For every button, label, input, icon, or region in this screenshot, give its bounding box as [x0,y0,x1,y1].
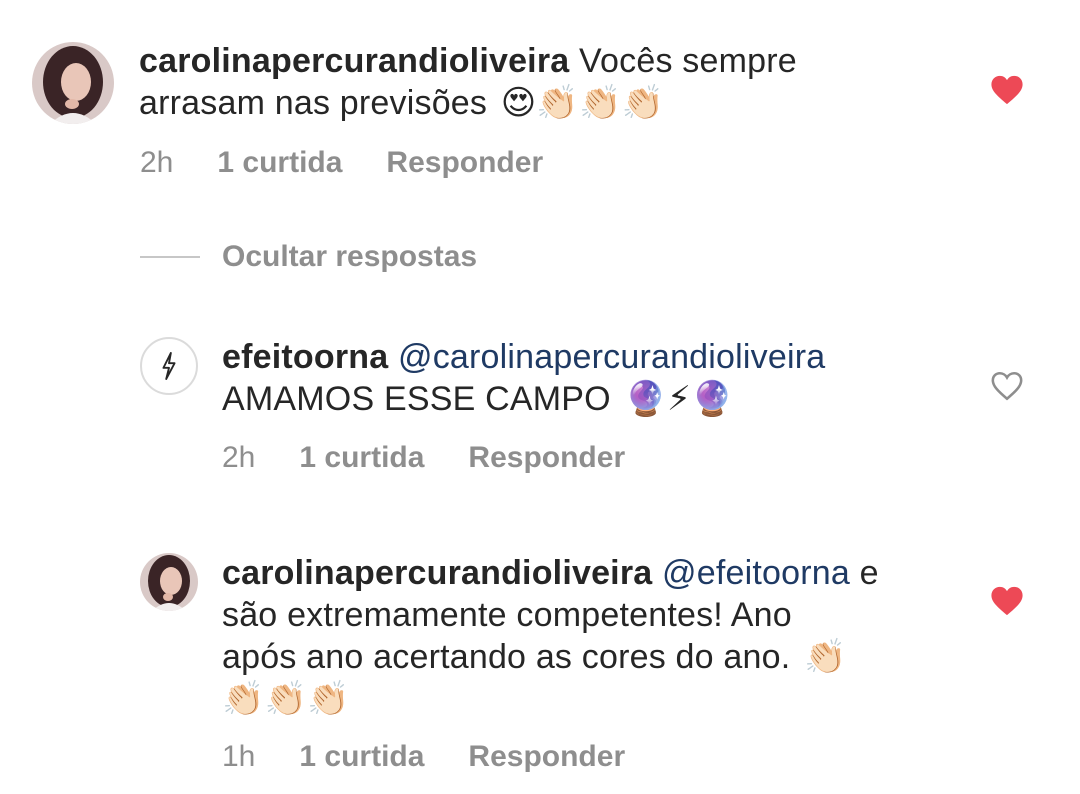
mention-link[interactable]: @carolinapercurandioliveira [398,338,825,376]
lightning-logo-icon [162,352,176,380]
mention-link[interactable]: @efeitoorna [662,554,850,592]
comment-meta: 2h 1 curtida Responder [222,441,625,475]
comment-text: efeitoorna @carolinapercurandioliveira A… [222,336,962,420]
comment-meta: 2h 1 curtida Responder [140,146,543,180]
comment-text: carolinapercurandioliveira @efeitoorna e… [222,552,962,720]
divider-line [140,256,200,258]
heart-outline-icon[interactable] [990,370,1024,402]
comment-body-line: arrasam nas previsões [139,84,488,122]
comment-username[interactable]: carolinapercurandioliveira [139,42,569,80]
comment-body-line: após ano acertando as cores do ano. [222,638,791,676]
comment-body: Vocês sempre [569,42,797,80]
comment-text: carolinapercurandioliveira Vocês sempre … [139,40,959,124]
comment-time: 1h [222,740,256,773]
reply-button[interactable]: Responder [386,146,543,180]
comment-username[interactable]: efeitoorna [222,338,388,376]
emoji-group: 😍👏🏻👏🏻👏🏻 [500,83,665,123]
emoji-group: 👏🏻👏🏻👏🏻 [222,679,350,719]
comment-body-line: AMAMOS ESSE CAMPO [222,380,611,418]
comment-body-line: são extremamente competentes! Ano [222,596,792,634]
hide-replies-label[interactable]: Ocultar respostas [222,240,477,274]
avatar[interactable] [140,553,198,611]
comment-meta: 1h 1 curtida Responder [222,740,625,774]
comment-time: 2h [222,441,256,474]
reply-button[interactable]: Responder [468,740,625,774]
hide-replies-toggle[interactable]: Ocultar respostas [140,240,477,274]
likes-count[interactable]: 1 curtida [299,441,424,475]
heart-filled-icon[interactable] [990,74,1024,106]
avatar[interactable] [32,42,114,124]
emoji-group: 🔮⚡🔮 [624,379,734,419]
brand-avatar[interactable] [140,337,198,395]
comment-username[interactable]: carolinapercurandioliveira [222,554,652,592]
likes-count[interactable]: 1 curtida [217,146,342,180]
likes-count[interactable]: 1 curtida [299,740,424,774]
comment-time: 2h [140,146,174,179]
reply-button[interactable]: Responder [468,441,625,475]
comment-body: e [849,554,879,592]
heart-filled-icon[interactable] [990,585,1024,617]
emoji-group: 👏🏻 [804,637,847,677]
